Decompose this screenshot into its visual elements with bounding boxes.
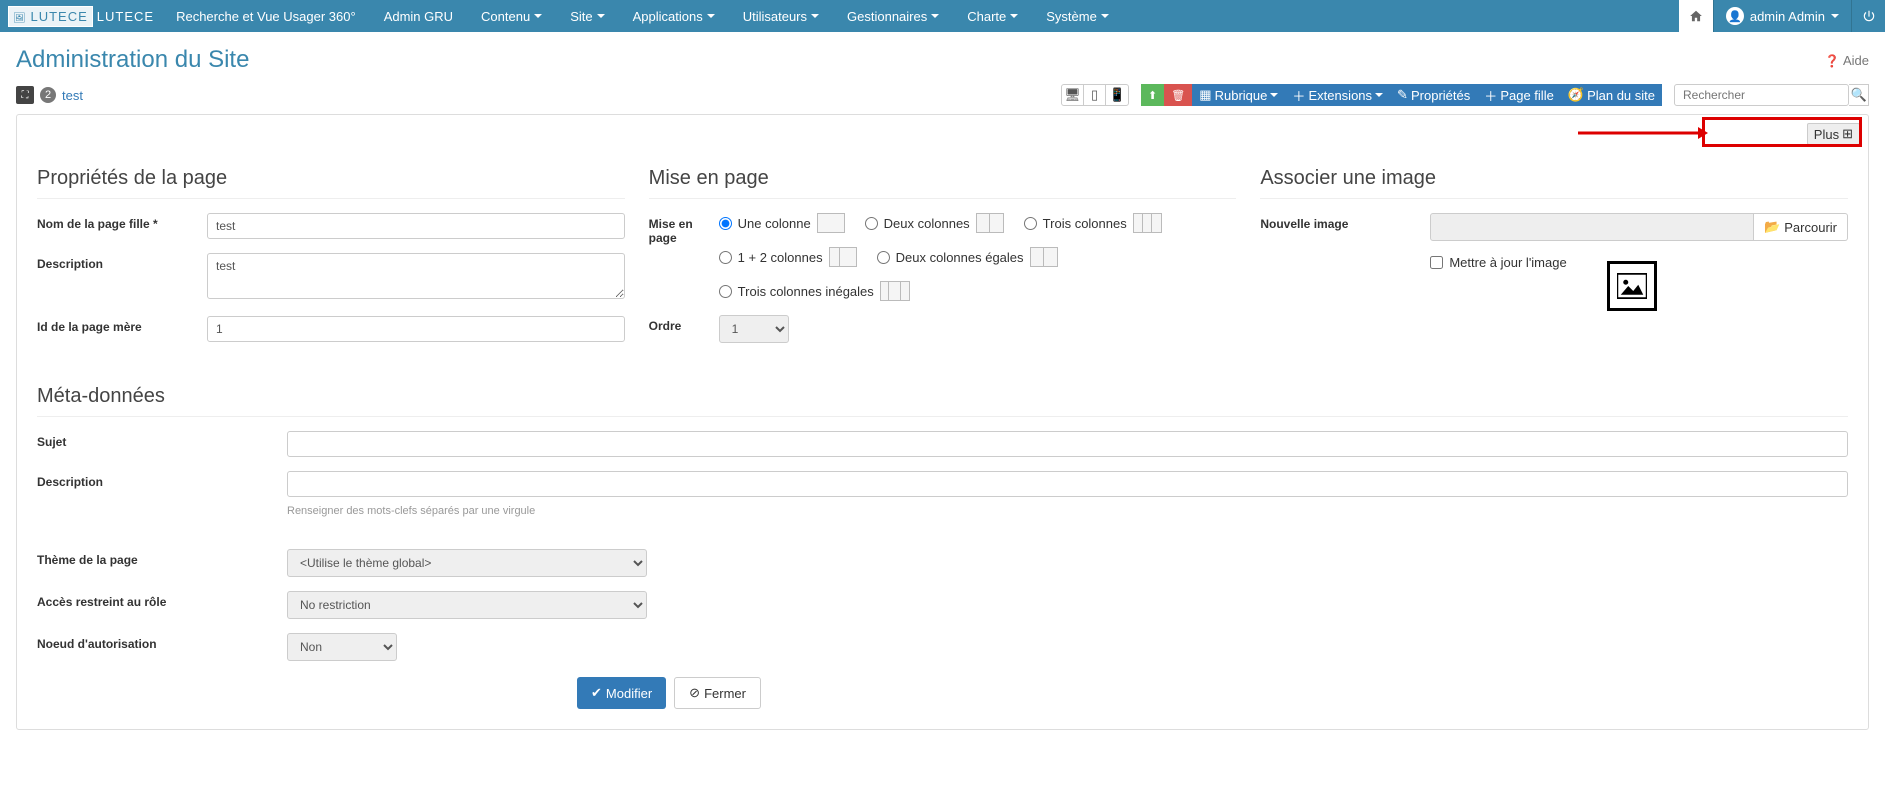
theme-label: Thème de la page [37,549,287,567]
search-input[interactable] [1674,84,1849,106]
caret-icon [534,14,542,18]
nav-item-contenu[interactable]: Contenu [467,0,556,32]
proprietes-button[interactable]: ✎ Propriétés [1390,84,1477,106]
layout-title: Mise en page [649,159,1237,199]
order-select[interactable]: 1 [719,315,789,343]
nav-item-systeme[interactable]: Système [1032,0,1123,32]
plus-icon: ＋ [1292,86,1305,105]
caret-icon [811,14,819,18]
sitemap-button[interactable]: 🧭 Plan du site [1561,84,1662,106]
nav-item-site[interactable]: Site [556,0,618,32]
main-panel: Plus⊞ Propriétés de la page Nom de la pa… [16,114,1869,730]
caret-icon [1831,14,1839,18]
panel-header: Plus⊞ [17,115,1868,153]
browse-button[interactable]: 📂Parcourir [1754,213,1848,241]
caret-icon [1101,14,1109,18]
nav-item-charte[interactable]: Charte [953,0,1032,32]
brand-text: LUTECE [97,9,154,24]
caret-icon [597,14,605,18]
parent-input[interactable] [207,316,625,342]
nav-item-utilisateurs[interactable]: Utilisateurs [729,0,833,32]
caret-icon [1010,14,1018,18]
auth-select[interactable]: Non [287,633,397,661]
delete-button[interactable]: 🗑 [1164,84,1192,106]
search-button[interactable]: 🔍 [1849,84,1869,106]
logout-button[interactable] [1851,0,1885,32]
image-title: Associer une image [1260,159,1848,199]
props-title: Propriétés de la page [37,159,625,199]
mobile-icon[interactable]: 📱 [1106,85,1128,105]
nav-item-admin-gru[interactable]: Admin GRU [370,0,467,32]
caret-icon [931,14,939,18]
meta-desc-label: Description [37,471,287,489]
nav-menu: Recherche et Vue Usager 360° Admin GRU C… [162,0,1123,32]
sitemap-icon: 🧭 [1568,87,1584,103]
newimage-label: Nouvelle image [1260,213,1430,231]
name-label: Nom de la page fille * [37,213,207,231]
theme-select[interactable]: <Utilise le thème global> [287,549,647,577]
layout-two-eq[interactable]: Deux colonnes égales [877,247,1058,267]
order-label: Ordre [649,315,719,333]
auth-label: Noeud d'autorisation [37,633,287,651]
top-navbar: 🖼 LUTECE LUTECE Recherche et Vue Usager … [0,0,1885,32]
caret-icon [707,14,715,18]
extensions-button[interactable]: ＋ Extensions [1285,84,1390,106]
fullscreen-button[interactable]: ⛶ [16,86,34,104]
meta-title: Méta-données [37,377,1848,417]
meta-note: Renseigner des mots-clefs séparés par un… [287,505,1848,517]
layout-1plus2[interactable]: 1 + 2 colonnes [719,247,857,267]
help-link[interactable]: ❓ Aide [1825,53,1869,68]
grid-icon: ▦ [1199,87,1211,103]
update-image-checkbox[interactable]: Mettre à jour l'image [1430,255,1566,270]
folder-icon: 📂 [1764,219,1780,235]
desc-label: Description [37,253,207,271]
layout-three[interactable]: Trois colonnes [1024,213,1162,233]
subject-input[interactable] [287,431,1848,457]
plus-square-icon: ⊞ [1842,126,1853,142]
brand-logo: 🖼 LUTECE [8,6,93,27]
image-placeholder-icon [1607,261,1657,311]
brand[interactable]: 🖼 LUTECE LUTECE [0,0,162,32]
subject-label: Sujet [37,431,287,449]
power-icon [1862,9,1876,23]
role-label: Accès restreint au rôle [37,591,287,609]
cancel-icon: ⊘ [689,685,700,701]
nav-item-applications[interactable]: Applications [619,0,729,32]
layout-two[interactable]: Deux colonnes [865,213,1004,233]
annotation-arrow [1578,124,1708,142]
file-path-display [1430,213,1754,241]
nav-item-recherche[interactable]: Recherche et Vue Usager 360° [162,0,370,32]
home-button[interactable] [1679,0,1713,32]
layout-one[interactable]: Une colonne [719,213,845,233]
layout-label: Mise en page [649,213,719,245]
plus-button[interactable]: Plus⊞ [1807,123,1860,145]
viewport-toggle: 🖥 ▯ 📱 [1061,84,1129,106]
desktop-icon[interactable]: 🖥 [1062,85,1084,105]
name-input[interactable] [207,213,625,239]
role-select[interactable]: No restriction [287,591,647,619]
user-name: admin Admin [1750,9,1825,24]
up-button[interactable]: ⬆ [1141,84,1164,106]
pagefile-button[interactable]: ＋ Page fille [1477,84,1561,106]
meta-desc-input[interactable] [287,471,1848,497]
home-icon [1689,9,1703,23]
pencil-icon: ✎ [1397,87,1408,103]
check-icon: ✔ [591,685,602,701]
breadcrumb-page[interactable]: test [62,88,83,103]
desc-input[interactable]: test [207,253,625,299]
nav-item-gestionnaires[interactable]: Gestionnaires [833,0,953,32]
close-button[interactable]: ⊘Fermer [674,677,761,709]
sub-toolbar: ⛶ 2 test 🖥 ▯ 📱 ⬆ 🗑 ▦ Rubrique ＋ Extensio… [16,82,1869,114]
page-title: Administration du Site [16,46,249,74]
modify-button[interactable]: ✔Modifier [577,677,666,709]
rubrique-button[interactable]: ▦ Rubrique [1192,84,1285,106]
tablet-icon[interactable]: ▯ [1084,85,1106,105]
avatar-icon: 👤 [1726,7,1744,25]
page-id-badge: 2 [40,87,56,103]
user-menu[interactable]: 👤 admin Admin [1713,0,1851,32]
plus-icon: ＋ [1484,86,1497,105]
parent-label: Id de la page mère [37,316,207,334]
layout-three-uneq[interactable]: Trois colonnes inégales [719,281,910,301]
